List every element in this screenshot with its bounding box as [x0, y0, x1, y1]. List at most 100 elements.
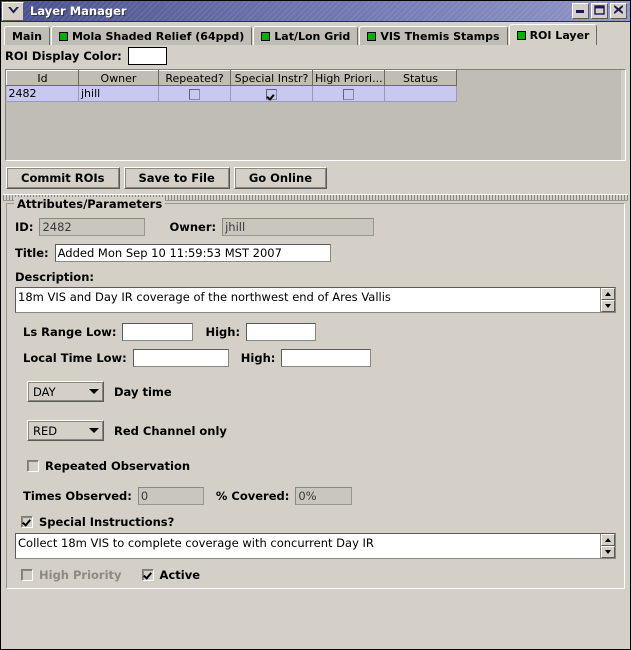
- tab-label: Main: [12, 29, 42, 43]
- local-time-high-input[interactable]: [281, 349, 372, 367]
- roi-table-panel: Id Owner Repeated? Special Instr? High P…: [5, 69, 626, 161]
- special-instructions-scrollbar[interactable]: [600, 534, 615, 558]
- special-instructions-checkbox[interactable]: [21, 516, 33, 528]
- cell-owner[interactable]: jhill: [78, 85, 159, 102]
- high-priority-checkbox: [21, 569, 33, 581]
- tab-vis-themis-stamps[interactable]: VIS Themis Stamps: [359, 26, 508, 45]
- cell-high-priority[interactable]: [312, 85, 385, 102]
- flags-row: High Priority Active: [21, 568, 616, 582]
- arrow-down-icon: [605, 550, 611, 554]
- chevron-down-icon: [7, 5, 20, 18]
- tab-label: ROI Layer: [529, 28, 590, 42]
- local-time-low-label: Local Time Low:: [23, 351, 127, 365]
- close-icon: [613, 4, 624, 18]
- layer-visible-indicator-icon[interactable]: [58, 31, 68, 41]
- chevron-down-icon: [89, 428, 99, 433]
- description-text[interactable]: 18m VIS and Day IR coverage of the north…: [16, 288, 600, 312]
- id-field: 2482: [39, 218, 146, 236]
- minimize-button[interactable]: [572, 3, 589, 19]
- local-time-high-label: High:: [240, 351, 276, 365]
- description-label-wrap: Description:: [15, 270, 616, 284]
- roi-display-color-swatch[interactable]: [127, 47, 167, 65]
- title-input[interactable]: Added Mon Sep 10 11:59:53 MST 2007: [54, 244, 331, 262]
- arrow-down-icon: [605, 304, 611, 308]
- high-priority-row: High Priority: [21, 568, 122, 582]
- maximize-button[interactable]: [591, 3, 608, 19]
- special-instructions-textarea[interactable]: Collect 18m VIS to complete coverage wit…: [15, 533, 616, 559]
- minimize-icon: [575, 5, 586, 18]
- chevron-down-icon: [89, 389, 99, 394]
- repeated-checkbox[interactable]: [189, 88, 200, 100]
- ls-range-high-label: High:: [205, 325, 241, 339]
- layer-visible-indicator-icon[interactable]: [261, 31, 271, 41]
- special-instructions-row[interactable]: Special Instructions?: [21, 515, 616, 529]
- description-textarea[interactable]: 18m VIS and Day IR coverage of the north…: [15, 287, 616, 313]
- ls-range-low-input[interactable]: [122, 323, 194, 341]
- ls-range-high-input[interactable]: [246, 323, 317, 341]
- description-scrollbar[interactable]: [600, 288, 615, 312]
- cell-id[interactable]: 2482: [6, 85, 79, 102]
- high-priority-checkbox[interactable]: [343, 88, 354, 100]
- column-header-owner[interactable]: Owner: [78, 70, 159, 86]
- tab-roi-layer[interactable]: ROI Layer: [508, 24, 598, 45]
- time-of-day-row: DAY Day time: [27, 381, 616, 402]
- times-observed-field: 0: [137, 487, 204, 505]
- channel-select[interactable]: RED: [27, 420, 104, 441]
- window-menu-button[interactable]: [2, 1, 24, 21]
- repeated-observation-label: Repeated Observation: [45, 459, 191, 473]
- layer-visible-indicator-icon[interactable]: [367, 31, 377, 41]
- repeated-observation-row[interactable]: Repeated Observation: [27, 459, 616, 473]
- tab-mola-shaded-relief[interactable]: Mola Shaded Relief (64ppd): [50, 26, 253, 45]
- percent-covered-field: 0%: [295, 487, 353, 505]
- cell-special-instr[interactable]: [230, 85, 313, 102]
- tab-lat-lon-grid[interactable]: Lat/Lon Grid: [253, 26, 359, 45]
- go-online-button[interactable]: Go Online: [233, 167, 327, 189]
- table-header-row: Id Owner Repeated? Special Instr? High P…: [6, 70, 457, 86]
- window-title: Layer Manager: [30, 4, 127, 18]
- column-header-id[interactable]: Id: [6, 70, 79, 86]
- ls-range-row: Ls Range Low: High:: [23, 323, 616, 341]
- roi-display-color-label: ROI Display Color:: [5, 49, 122, 63]
- tab-label: Lat/Lon Grid: [274, 29, 351, 43]
- save-to-file-button[interactable]: Save to File: [123, 167, 230, 189]
- active-row[interactable]: Active: [141, 568, 200, 582]
- time-of-day-note: Day time: [114, 384, 172, 399]
- roi-table: Id Owner Repeated? Special Instr? High P…: [6, 70, 457, 102]
- description-label: Description:: [15, 270, 94, 284]
- roi-display-color-row: ROI Display Color:: [1, 45, 630, 69]
- repeated-observation-checkbox[interactable]: [27, 460, 39, 472]
- title-label: Title:: [15, 246, 49, 260]
- column-header-high-priority[interactable]: High Priori...: [312, 70, 385, 86]
- tab-main[interactable]: Main: [4, 26, 50, 45]
- table-row[interactable]: 2482 jhill: [6, 85, 457, 102]
- title-row: Title: Added Mon Sep 10 11:59:53 MST 200…: [15, 244, 616, 262]
- scroll-down-button[interactable]: [601, 300, 615, 312]
- commit-rois-button[interactable]: Commit ROIs: [6, 167, 120, 189]
- cell-status[interactable]: [384, 85, 457, 102]
- maximize-icon: [594, 4, 605, 18]
- column-header-repeated[interactable]: Repeated?: [158, 70, 231, 86]
- layer-visible-indicator-icon[interactable]: [516, 30, 526, 40]
- attributes-parameters-group: Attributes/Parameters ID: 2482 Owner: jh…: [6, 197, 625, 589]
- ls-range-low-label: Ls Range Low:: [23, 325, 117, 339]
- table-vertical-scrollbar[interactable]: [621, 70, 625, 160]
- active-label: Active: [159, 568, 200, 582]
- action-button-row: Commit ROIs Save to File Go Online: [6, 167, 626, 189]
- arrow-up-icon: [605, 538, 611, 542]
- column-header-status[interactable]: Status: [384, 70, 457, 86]
- channel-value: RED: [33, 423, 58, 438]
- local-time-row: Local Time Low: High:: [23, 349, 616, 367]
- special-instr-checkbox[interactable]: [266, 88, 277, 100]
- scroll-up-button[interactable]: [601, 288, 615, 300]
- special-instructions-text[interactable]: Collect 18m VIS to complete coverage wit…: [16, 534, 600, 558]
- scroll-up-button[interactable]: [601, 534, 615, 546]
- scroll-down-button[interactable]: [601, 546, 615, 558]
- active-checkbox[interactable]: [141, 569, 154, 581]
- tab-label: VIS Themis Stamps: [380, 29, 500, 43]
- close-button[interactable]: [610, 3, 627, 19]
- column-header-special-instr[interactable]: Special Instr?: [230, 70, 313, 86]
- local-time-low-input[interactable]: [132, 349, 229, 367]
- id-label: ID:: [15, 220, 34, 234]
- time-of-day-select[interactable]: DAY: [27, 381, 104, 402]
- cell-repeated[interactable]: [158, 85, 231, 102]
